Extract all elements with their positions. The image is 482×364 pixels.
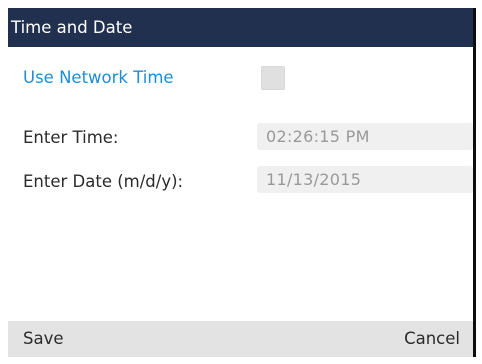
cancel-button[interactable]: Cancel: [404, 321, 460, 357]
use-network-time-label[interactable]: Use Network Time: [23, 68, 174, 87]
enter-date-label: Enter Date (m/d/y):: [23, 172, 184, 191]
enter-time-label: Enter Time:: [23, 128, 119, 147]
save-button[interactable]: Save: [23, 321, 64, 357]
use-network-time-checkbox[interactable]: [261, 66, 285, 90]
title-bar: Time and Date: [8, 8, 473, 47]
time-date-screen: Time and Date Use Network Time Enter Tim…: [8, 8, 476, 357]
softkey-bar: Save Cancel: [8, 321, 473, 357]
page-title: Time and Date: [11, 18, 133, 37]
date-field[interactable]: 11/13/2015: [257, 166, 473, 193]
time-field[interactable]: 02:26:15 PM: [257, 123, 473, 150]
